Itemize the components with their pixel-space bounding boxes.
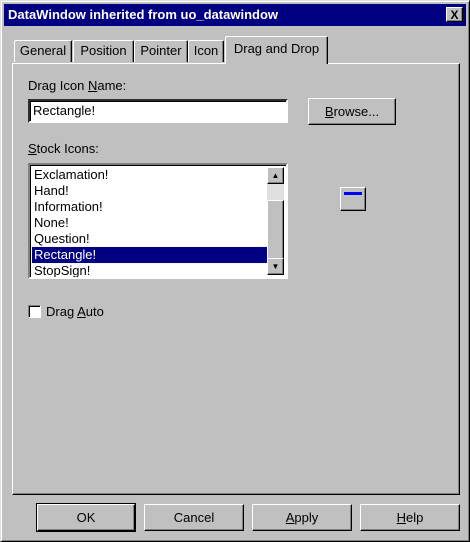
help-button[interactable]: Help xyxy=(360,504,460,531)
close-icon[interactable]: X xyxy=(446,7,463,22)
list-item[interactable]: Exclamation! xyxy=(32,167,271,183)
tab-icon[interactable]: Icon xyxy=(188,40,224,62)
tab-general-label: General xyxy=(19,43,67,58)
title-bar: DataWindow inherited from uo_datawindow … xyxy=(4,4,466,26)
dialog-window: DataWindow inherited from uo_datawindow … xyxy=(0,0,470,542)
stock-icons-label-rest: tock Icons: xyxy=(36,141,99,156)
window-title: DataWindow inherited from uo_datawindow xyxy=(8,7,278,22)
drag-icon-name-label-suffix: ame: xyxy=(97,78,127,93)
tab-position-label: Position xyxy=(80,43,127,58)
list-item[interactable]: Information! xyxy=(32,199,271,215)
drag-auto-label[interactable]: Drag Auto xyxy=(46,304,104,319)
apply-button-label: pply xyxy=(294,510,319,525)
help-button-mnemonic: H xyxy=(396,510,407,525)
scrollbar-thumb[interactable] xyxy=(267,200,284,260)
browse-button[interactable]: Browse... xyxy=(308,98,396,125)
rectangle-drag-icon xyxy=(340,187,366,211)
drag-icon-name-input[interactable]: Rectangle! xyxy=(28,99,288,123)
list-item[interactable]: StopSign! xyxy=(32,263,271,277)
browse-button-mnemonic: B xyxy=(324,104,334,119)
arrow-up-icon[interactable]: ▲ xyxy=(267,167,284,184)
stock-icons-label-mnemonic: S xyxy=(28,141,37,156)
list-item-selected[interactable]: Rectangle! xyxy=(31,246,272,264)
list-item[interactable]: Hand! xyxy=(32,183,271,199)
drag-icon-name-label-prefix: Drag Icon xyxy=(28,78,88,93)
tab-drag-and-drop[interactable]: Drag and Drop xyxy=(225,36,328,64)
tab-drag-and-drop-label: Drag and Drop xyxy=(233,41,320,56)
tab-pointer[interactable]: Pointer xyxy=(134,40,188,62)
list-item[interactable]: None! xyxy=(32,215,271,231)
arrow-down-icon[interactable]: ▼ xyxy=(267,258,284,275)
tab-position[interactable]: Position xyxy=(73,40,134,62)
cancel-button[interactable]: Cancel xyxy=(144,504,244,531)
drag-icon-name-label-mnemonic: N xyxy=(87,78,98,93)
preview-bar xyxy=(344,192,362,195)
drag-icon-name-label: Drag Icon Name: xyxy=(28,78,126,93)
help-button-label: elp xyxy=(406,510,424,525)
ok-button[interactable]: OK xyxy=(36,503,136,532)
drag-icon-name-value: Rectangle! xyxy=(33,103,96,118)
list-scrollbar[interactable]: ▲ ▼ xyxy=(267,167,284,275)
drag-auto-checkbox[interactable] xyxy=(28,305,41,318)
browse-button-label: rowse... xyxy=(333,104,380,119)
tab-general[interactable]: General xyxy=(14,40,72,62)
stock-icons-label: Stock Icons: xyxy=(28,141,99,156)
drag-auto-label-mnemonic: A xyxy=(77,304,86,319)
tab-icon-label: Icon xyxy=(193,43,219,58)
stock-icons-list[interactable]: Exclamation! Hand! Information! None! Qu… xyxy=(28,163,288,279)
list-item[interactable]: Question! xyxy=(32,231,271,247)
drag-auto-label-prefix: Drag xyxy=(46,304,78,319)
tab-panel xyxy=(12,63,460,495)
drag-auto-label-suffix: uto xyxy=(85,304,104,319)
apply-button[interactable]: Apply xyxy=(252,504,352,531)
tab-pointer-label: Pointer xyxy=(140,43,182,58)
